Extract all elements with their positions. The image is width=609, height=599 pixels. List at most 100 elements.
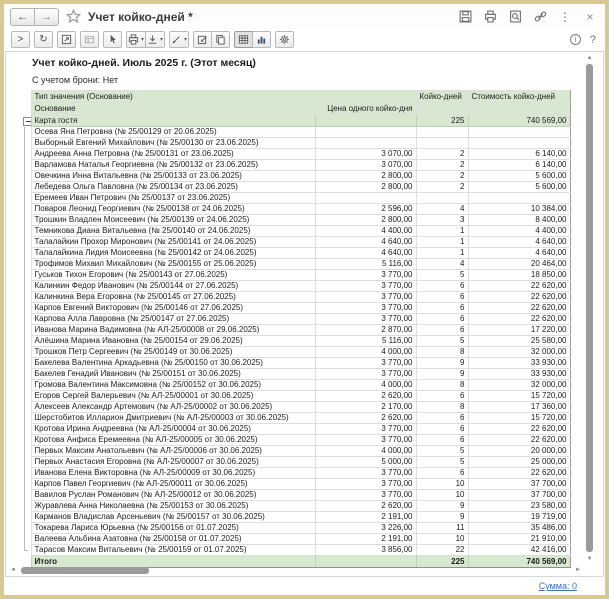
print-dropdown-button[interactable]: ▾ bbox=[126, 31, 147, 48]
row-price[interactable]: 2 870,00 bbox=[314, 324, 417, 336]
row-price[interactable] bbox=[314, 137, 417, 149]
row-cost[interactable]: 17 220,00 bbox=[467, 324, 571, 336]
row-cost[interactable]: 4 640,00 bbox=[467, 247, 571, 259]
draw-dropdown-button[interactable]: ▾ bbox=[169, 31, 190, 48]
expand-button[interactable] bbox=[57, 31, 76, 48]
row-price[interactable]: 2 191,00 bbox=[314, 533, 417, 545]
row-basis[interactable]: Темникова Диана Витальевна (№ 25/00140 о… bbox=[30, 225, 316, 237]
row-basis[interactable]: Трошкин Владлен Моисеевич (№ 25/00139 от… bbox=[30, 214, 316, 226]
refresh-button[interactable]: ↻ bbox=[34, 31, 53, 48]
row-cost[interactable]: 23 580,00 bbox=[467, 500, 571, 512]
row-basis[interactable]: Первых Максим Анатольевич (№ АЛ-25/00006… bbox=[30, 445, 316, 457]
row-days[interactable]: 6 bbox=[415, 412, 469, 424]
row-basis[interactable]: Поваров Леонид Георгиевич (№ 25/00138 от… bbox=[30, 203, 316, 215]
row-price[interactable]: 2 620,00 bbox=[314, 500, 417, 512]
row-days[interactable]: 6 bbox=[415, 291, 469, 303]
row-cost[interactable]: 22 620,00 bbox=[467, 291, 571, 303]
row-price[interactable]: 3 770,00 bbox=[314, 434, 417, 446]
chart-view-button[interactable] bbox=[252, 31, 272, 48]
row-cost[interactable]: 35 486,00 bbox=[467, 522, 571, 534]
col-header-cost[interactable]: Стоимость койко-дней bbox=[467, 90, 571, 103]
row-price[interactable]: 3 770,00 bbox=[314, 269, 417, 281]
row-cost[interactable]: 20 000,00 bbox=[467, 445, 571, 457]
row-basis[interactable]: Громова Валентина Максимовна (№ 25/00152… bbox=[30, 379, 316, 391]
row-days[interactable]: 6 bbox=[415, 467, 469, 479]
scroll-left-icon[interactable]: ◄ bbox=[9, 566, 17, 575]
row-cost[interactable]: 37 700,00 bbox=[467, 478, 571, 490]
horizontal-scroll-thumb[interactable] bbox=[21, 567, 149, 574]
row-price[interactable]: 3 770,00 bbox=[314, 291, 417, 303]
row-price[interactable]: 4 000,00 bbox=[314, 346, 417, 358]
group-label[interactable]: Карта гостя bbox=[30, 114, 316, 127]
row-price[interactable] bbox=[314, 192, 417, 204]
row-days[interactable]: 6 bbox=[415, 280, 469, 292]
row-days[interactable]: 2 bbox=[415, 170, 469, 182]
row-basis[interactable]: Калинкин Федор Иванович (№ 25/00144 от 2… bbox=[30, 280, 316, 292]
row-basis[interactable]: Талалайкин Прохор Миронович (№ 25/00141 … bbox=[30, 236, 316, 248]
row-price[interactable]: 3 770,00 bbox=[314, 423, 417, 435]
row-basis[interactable]: Карпова Алла Лавровна (№ 25/00147 от 27.… bbox=[30, 313, 316, 325]
forward-button[interactable]: → bbox=[34, 7, 59, 26]
row-basis[interactable]: Кротова Ирина Андреевна (№ АЛ-25/00004 о… bbox=[30, 423, 316, 435]
help-button[interactable]: ? bbox=[590, 34, 596, 46]
row-days[interactable]: 8 bbox=[415, 401, 469, 413]
row-cost[interactable]: 21 910,00 bbox=[467, 533, 571, 545]
row-price[interactable]: 2 620,00 bbox=[314, 412, 417, 424]
row-cost[interactable]: 6 140,00 bbox=[467, 159, 571, 171]
info-button[interactable]: i bbox=[569, 34, 581, 45]
row-price[interactable]: 2 191,00 bbox=[314, 511, 417, 523]
row-basis[interactable]: Иванова Елена Викторовна (№ АЛ-25/00009 … bbox=[30, 467, 316, 479]
favorite-button[interactable] bbox=[66, 9, 81, 24]
row-days[interactable] bbox=[415, 126, 469, 138]
row-cost[interactable]: 15 720,00 bbox=[467, 412, 571, 424]
row-price[interactable]: 3 770,00 bbox=[314, 313, 417, 325]
row-price[interactable]: 3 770,00 bbox=[314, 357, 417, 369]
row-basis[interactable]: Карманов Владислав Арсеньевич (№ 25/0015… bbox=[30, 511, 316, 523]
sum-link[interactable]: Сумма: 0 bbox=[539, 581, 577, 591]
row-basis[interactable]: Овечкина Инна Витальевна (№ 25/00133 от … bbox=[30, 170, 316, 182]
row-cost[interactable]: 8 400,00 bbox=[467, 214, 571, 226]
row-basis[interactable]: Валеева Альбина Азатовна (№ 25/00158 от … bbox=[30, 533, 316, 545]
row-cost[interactable]: 18 850,00 bbox=[467, 269, 571, 281]
row-cost[interactable] bbox=[467, 192, 571, 204]
row-days[interactable] bbox=[415, 137, 469, 149]
row-basis[interactable]: Алексеев Александр Артемович (№ АЛ-25/00… bbox=[30, 401, 316, 413]
row-days[interactable]: 4 bbox=[415, 258, 469, 270]
panel-button[interactable] bbox=[80, 31, 99, 48]
row-basis[interactable]: Бакелева Валентина Аркадьевна (№ 25/0015… bbox=[30, 357, 316, 369]
row-days[interactable]: 1 bbox=[415, 225, 469, 237]
back-button[interactable]: ← bbox=[10, 7, 35, 26]
settings-button[interactable] bbox=[275, 31, 295, 48]
row-days[interactable]: 5 bbox=[415, 269, 469, 281]
save-file-dropdown-button[interactable]: ▾ bbox=[145, 31, 166, 48]
row-cost[interactable]: 33 930,00 bbox=[467, 368, 571, 380]
row-cost[interactable]: 17 360,00 bbox=[467, 401, 571, 413]
row-cost[interactable]: 19 719,00 bbox=[467, 511, 571, 523]
row-price[interactable]: 3 070,00 bbox=[314, 159, 417, 171]
row-price[interactable]: 4 000,00 bbox=[314, 379, 417, 391]
row-days[interactable]: 10 bbox=[415, 533, 469, 545]
col-header-price[interactable]: Цена одного койко-дня bbox=[314, 102, 417, 115]
row-days[interactable]: 9 bbox=[415, 357, 469, 369]
row-days[interactable]: 22 bbox=[415, 544, 469, 556]
row-cost[interactable]: 6 140,00 bbox=[467, 148, 571, 160]
copy-button[interactable] bbox=[211, 31, 231, 48]
scroll-up-icon[interactable]: ▲ bbox=[585, 54, 594, 62]
row-basis[interactable]: Бакелев Генадий Иванович (№ 25/00151 от … bbox=[30, 368, 316, 380]
row-cost[interactable]: 4 640,00 bbox=[467, 236, 571, 248]
row-cost[interactable]: 22 620,00 bbox=[467, 313, 571, 325]
row-days[interactable]: 10 bbox=[415, 489, 469, 501]
row-days[interactable]: 8 bbox=[415, 346, 469, 358]
row-basis[interactable]: Выборный Евгений Михайлович (№ 25/00130 … bbox=[30, 137, 316, 149]
col-header-basis[interactable]: Основание bbox=[30, 102, 316, 115]
more-menu-button[interactable]: ⋮ bbox=[558, 10, 572, 24]
row-basis[interactable]: Шерстобитов Илларион Дмитриевич (№ АЛ-25… bbox=[30, 412, 316, 424]
save-button[interactable] bbox=[458, 10, 472, 24]
row-days[interactable]: 5 bbox=[415, 335, 469, 347]
row-price[interactable]: 2 800,00 bbox=[314, 170, 417, 182]
show-settings-button[interactable]: > bbox=[11, 31, 30, 48]
row-price[interactable]: 3 770,00 bbox=[314, 489, 417, 501]
row-cost[interactable]: 10 384,00 bbox=[467, 203, 571, 215]
close-button[interactable]: × bbox=[583, 10, 597, 24]
row-basis[interactable]: Лебедева Ольга Павловна (№ 25/00134 от 2… bbox=[30, 181, 316, 193]
